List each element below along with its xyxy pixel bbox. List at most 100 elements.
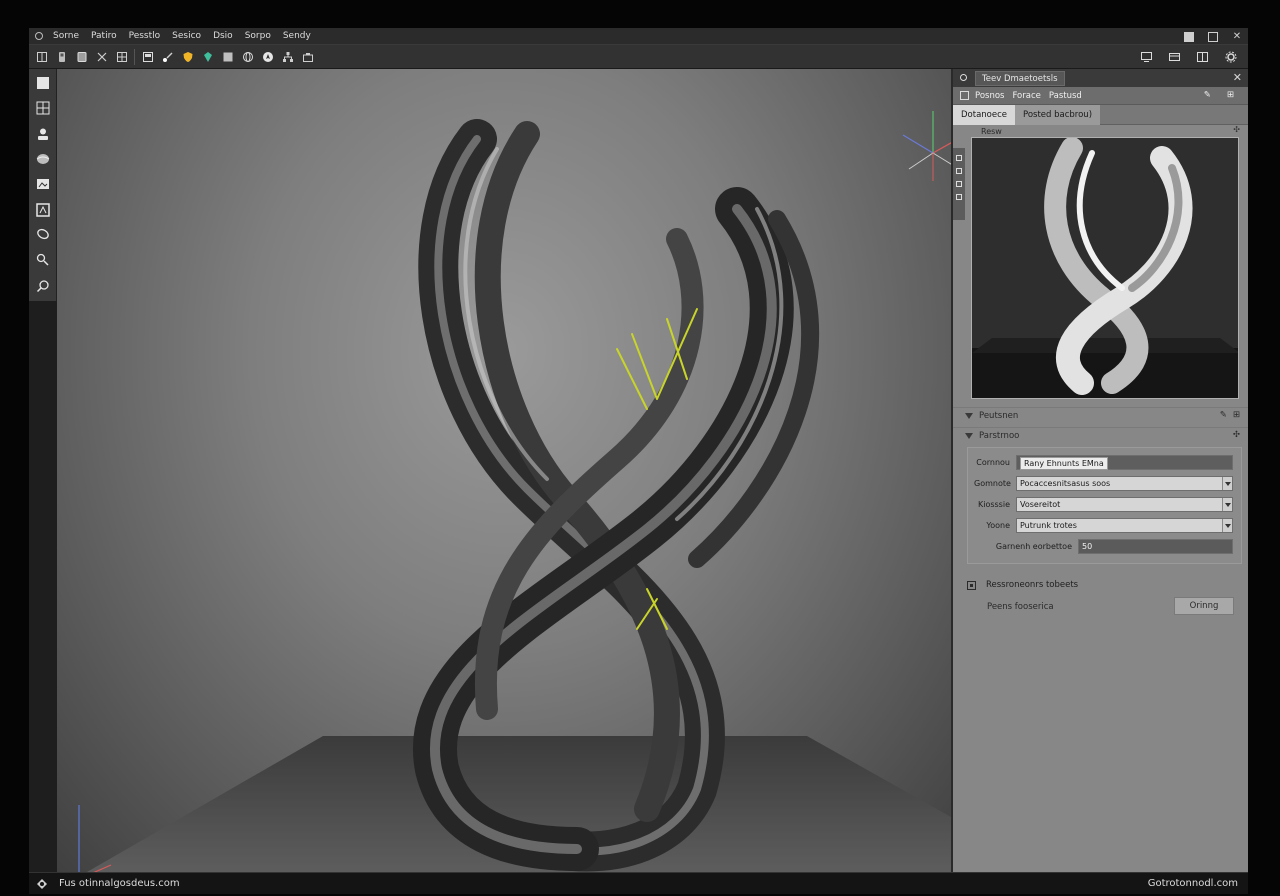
status-right-text: Gotrotonnodl.com	[1147, 878, 1238, 889]
gear-icon	[1225, 51, 1236, 63]
panel-tab-title[interactable]: Teev Dmaetoetsls	[975, 70, 1065, 86]
subtab-3[interactable]: Pastusd	[1049, 91, 1082, 101]
strip-icon-1[interactable]	[956, 155, 962, 161]
3d-viewport[interactable]	[57, 69, 951, 872]
options-checkbox-row[interactable]: Ressroneonrs tobeets	[953, 578, 1248, 592]
shield-button[interactable]	[179, 48, 196, 65]
edit-icon[interactable]: ✎	[1220, 410, 1227, 420]
file-icon	[36, 76, 49, 89]
subtab-2[interactable]: Forace	[1012, 91, 1040, 101]
menu-item-1[interactable]: Sorne	[47, 28, 85, 45]
section-parstrnoo[interactable]: Parstrnoo ✣	[953, 427, 1248, 443]
maximize-button[interactable]	[1208, 31, 1218, 42]
user-tool[interactable]	[33, 124, 53, 144]
lasso-tool[interactable]	[33, 225, 53, 245]
transform-tool[interactable]	[33, 98, 53, 118]
window-layout-button[interactable]	[1166, 49, 1183, 66]
transform-icon	[36, 101, 49, 115]
select-value: Pocaccesnitsasus soos	[1020, 479, 1111, 488]
layers-button[interactable]	[73, 48, 90, 65]
yoone-select[interactable]: Putrunk trotes	[1016, 518, 1233, 533]
globe-icon	[242, 51, 253, 62]
tab-dotanoece[interactable]: Dotanoece	[953, 104, 1016, 125]
navigate-button[interactable]	[259, 48, 276, 65]
name-field[interactable]: Rany Ehnunts EMna	[1016, 455, 1233, 470]
paint-tool-icon	[36, 254, 49, 266]
param-row: Garnenh eorbettoe 50	[974, 536, 1233, 557]
minimize-button[interactable]	[1184, 31, 1194, 42]
param-label: Garnenh eorbettoe	[995, 542, 1072, 551]
layers-icon	[77, 51, 86, 62]
options-checkbox[interactable]	[967, 580, 976, 590]
menu-item-4[interactable]: Sesico	[166, 28, 207, 45]
menu-item-7[interactable]: Sendy	[277, 28, 317, 45]
expand-icon[interactable]: ⊞	[1227, 90, 1234, 100]
parameters-group: Cornnou Rany Ehnunts EMna Gomnote Pocacc…	[967, 447, 1242, 564]
square-button[interactable]	[219, 48, 236, 65]
globe-button[interactable]	[239, 48, 256, 65]
file-tool[interactable]	[33, 73, 53, 93]
select-value: Putrunk trotes	[1020, 521, 1077, 530]
menu-item-3[interactable]: Pesstlo	[123, 28, 167, 45]
status-left-text: Fus otinnalgosdeus.com	[59, 878, 180, 889]
checkbox-label: Ressroneonrs tobeets	[986, 580, 1079, 590]
app-icon[interactable]	[31, 28, 47, 45]
image-tool[interactable]	[33, 174, 53, 194]
preview-header: Resw ✣	[971, 125, 1242, 137]
render-preview[interactable]	[971, 137, 1239, 399]
name-field-value: Rany Ehnunts EMna	[1020, 457, 1108, 470]
panel-button[interactable]	[139, 48, 156, 65]
frame-tool[interactable]	[33, 200, 53, 220]
user-icon	[37, 128, 48, 140]
cut-button[interactable]	[93, 48, 110, 65]
tab-posted[interactable]: Posted bacbrou)	[1015, 104, 1101, 125]
save-button[interactable]	[53, 48, 70, 65]
panel-side-strip	[953, 148, 965, 220]
toolbar-right-group	[1138, 45, 1242, 69]
save-icon	[58, 51, 65, 62]
menu-item-6[interactable]: Sorpo	[239, 28, 277, 45]
menu-item-5[interactable]: Dsio	[207, 28, 239, 45]
search-tool[interactable]	[33, 276, 53, 296]
menu-item-2[interactable]: Patiro	[85, 28, 123, 45]
section-peutsnen[interactable]: Peutsnen ✎ ⊞	[953, 407, 1248, 423]
split-view-button[interactable]	[1194, 49, 1211, 66]
lasso-icon	[36, 228, 49, 239]
axis-gizmo[interactable]	[902, 111, 951, 181]
param-label: Gomnote	[974, 479, 1011, 488]
chevron-down-icon	[1222, 519, 1232, 532]
subtab-1[interactable]: Posnos	[975, 91, 1004, 101]
camera-button[interactable]	[299, 48, 316, 65]
paint-button[interactable]	[159, 48, 176, 65]
pin-icon[interactable]: ✣	[1233, 125, 1240, 134]
panel-sub-actions: ✎ ⊞	[1204, 90, 1242, 100]
panel-select-icon[interactable]	[960, 91, 969, 100]
monitor-button[interactable]	[1138, 49, 1155, 66]
settings-button[interactable]	[1222, 49, 1239, 66]
expand-icon[interactable]: ⊞	[1233, 410, 1240, 420]
apply-button[interactable]: Orinng	[1174, 597, 1234, 615]
sphere-icon	[36, 153, 49, 164]
grid-button[interactable]	[113, 48, 130, 65]
sphere-tool[interactable]	[33, 149, 53, 169]
new-doc-button[interactable]	[33, 48, 50, 65]
strip-icon-2[interactable]	[956, 168, 962, 174]
menu-bar: Sorne Patiro Pesstlo Sesico Dsio Sorpo S…	[29, 28, 1248, 45]
panel-close-icon[interactable]: ✕	[1233, 71, 1242, 84]
gem-button[interactable]	[199, 48, 216, 65]
close-button[interactable]: ✕	[1232, 31, 1242, 42]
hierarchy-button[interactable]	[279, 48, 296, 65]
grid-icon	[116, 51, 127, 62]
frame-icon	[35, 202, 50, 217]
param-row: Kiosssie Vosereitot	[974, 494, 1233, 515]
number-field[interactable]: 50	[1078, 539, 1233, 554]
gomnote-select[interactable]: Pocaccesnitsasus soos	[1016, 476, 1233, 491]
strip-icon-4[interactable]	[956, 194, 962, 200]
strip-icon-3[interactable]	[956, 181, 962, 187]
edit-icon[interactable]: ✎	[1204, 90, 1211, 100]
paint-tool[interactable]	[33, 250, 53, 270]
kiosssie-select[interactable]: Vosereitot	[1016, 497, 1233, 512]
pin-icon[interactable]: ✣	[1233, 430, 1240, 440]
param-label: Kiosssie	[977, 500, 1010, 509]
action-row: Peens fooserica Orinng	[953, 596, 1248, 622]
